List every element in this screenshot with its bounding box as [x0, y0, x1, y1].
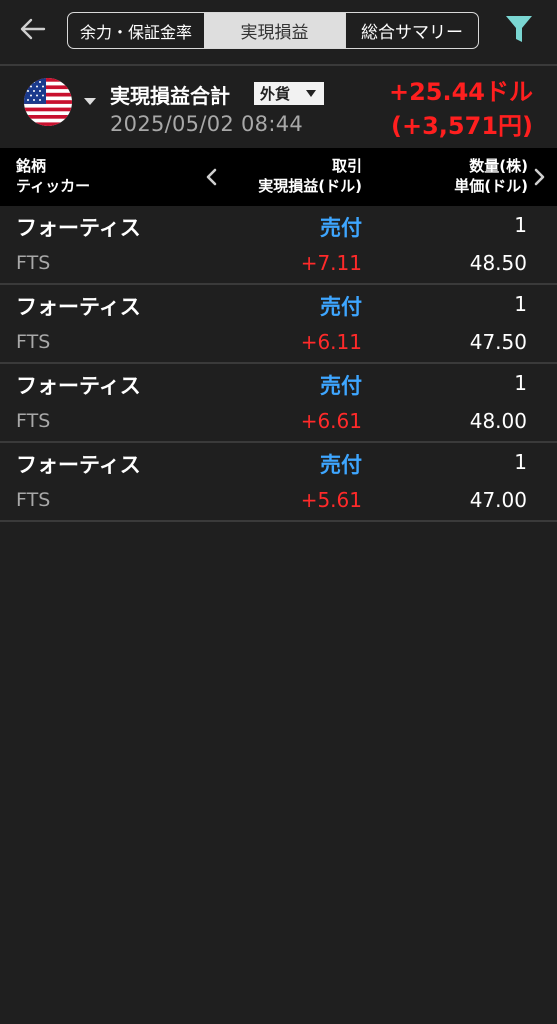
realized-pl: +6.61: [300, 409, 362, 433]
unit-price: 48.50: [469, 251, 527, 275]
column-header: 銘柄 ティッカー 取引 実現損益(ドル) 数量(株) 単価(ドル): [0, 148, 557, 206]
realized-pl: +6.11: [300, 330, 362, 354]
column-label-trade-line1: 取引: [331, 157, 362, 175]
column-label-quantity-line1: 数量(株): [469, 157, 528, 175]
unit-price: 47.00: [469, 488, 527, 512]
table-row[interactable]: フォーティス FTS 売付 +6.61 1 48.00: [0, 364, 557, 443]
total-realized-pl-jpy: (+3,571円): [391, 112, 533, 140]
column-label-quantity: 数量(株) 単価(ドル): [454, 156, 528, 196]
total-realized-pl-usd: +25.44ドル: [388, 78, 533, 106]
us-flag-icon[interactable]: [24, 78, 72, 126]
column-label-name: 銘柄 ティッカー: [16, 156, 90, 196]
column-label-quantity-line2: 単価(ドル): [454, 177, 528, 195]
unit-price: 47.50: [469, 330, 527, 354]
top-bar: 余力・保証金率 実現損益 総合サマリー: [0, 0, 557, 64]
realized-pl-list: フォーティス FTS 売付 +7.11 1 48.50 フォーティス FTS 売…: [0, 206, 557, 522]
column-label-name-line1: 銘柄: [16, 157, 47, 175]
realized-pl: +5.61: [300, 488, 362, 512]
ticker: FTS: [16, 489, 51, 511]
filter-button[interactable]: [500, 12, 538, 50]
column-label-trade: 取引 実現損益(ドル): [258, 156, 362, 196]
chevron-down-icon[interactable]: [84, 98, 96, 105]
chevron-right-icon[interactable]: [531, 166, 549, 188]
arrow-left-icon: [20, 18, 46, 44]
summary-datetime: 2025/05/02 08:44: [110, 112, 304, 136]
trade-type: 売付: [320, 453, 362, 477]
ticker: FTS: [16, 410, 51, 432]
table-row[interactable]: フォーティス FTS 売付 +6.11 1 47.50: [0, 285, 557, 364]
summary-title: 実現損益合計: [110, 84, 230, 108]
realized-pl: +7.11: [300, 251, 362, 275]
table-row[interactable]: フォーティス FTS 売付 +5.61 1 47.00: [0, 443, 557, 522]
stock-name: フォーティス: [16, 216, 141, 240]
trade-type: 売付: [320, 374, 362, 398]
stock-name: フォーティス: [16, 295, 141, 319]
column-label-trade-line2: 実現損益(ドル): [258, 177, 362, 195]
currency-select-value: 外貨: [260, 85, 291, 103]
ticker: FTS: [16, 331, 51, 353]
trade-type: 売付: [320, 295, 362, 319]
tab-overall-summary[interactable]: 総合サマリー: [345, 13, 478, 48]
filter-icon: [504, 13, 534, 49]
chevron-left-icon[interactable]: [202, 166, 220, 188]
tab-realized-pl[interactable]: 実現損益: [204, 13, 345, 48]
dropdown-caret-icon: [306, 90, 316, 97]
ticker: FTS: [16, 252, 51, 274]
back-button[interactable]: [16, 14, 50, 48]
unit-price: 48.00: [469, 409, 527, 433]
quantity: 1: [514, 213, 527, 237]
currency-select[interactable]: 外貨: [254, 82, 324, 105]
quantity: 1: [514, 292, 527, 316]
trade-type: 売付: [320, 216, 362, 240]
column-label-name-line2: ティッカー: [16, 177, 91, 195]
stock-name: フォーティス: [16, 453, 141, 477]
quantity: 1: [514, 371, 527, 395]
quantity: 1: [514, 450, 527, 474]
tab-margin-balance[interactable]: 余力・保証金率: [68, 13, 204, 48]
stock-name: フォーティス: [16, 374, 141, 398]
view-tabs: 余力・保証金率 実現損益 総合サマリー: [67, 12, 479, 49]
table-row[interactable]: フォーティス FTS 売付 +7.11 1 48.50: [0, 206, 557, 285]
realized-pl-summary: 実現損益合計 外貨 2025/05/02 08:44 +25.44ドル (+3,…: [0, 66, 557, 148]
